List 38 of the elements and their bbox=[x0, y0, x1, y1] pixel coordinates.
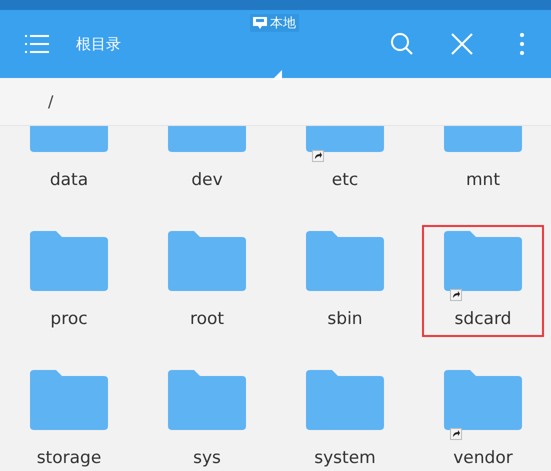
folder-name: sys bbox=[193, 448, 221, 468]
folder-item[interactable]: sdcard bbox=[422, 225, 544, 337]
folder-name: data bbox=[50, 170, 88, 190]
folder-title: 根目录 bbox=[76, 34, 122, 54]
folder-name: storage bbox=[36, 448, 102, 468]
more-icon bbox=[520, 33, 524, 55]
folder-name: sbin bbox=[327, 309, 363, 329]
folder-icon bbox=[168, 370, 246, 430]
folder-item[interactable]: sys bbox=[146, 364, 268, 471]
folder-icon bbox=[444, 370, 522, 430]
folder-icon bbox=[30, 231, 108, 291]
folder-name: sdcard bbox=[454, 309, 512, 329]
folder-name: dev bbox=[191, 170, 223, 190]
close-icon bbox=[451, 33, 473, 55]
folder-icon bbox=[168, 231, 246, 291]
folder-item[interactable]: vendor bbox=[422, 364, 544, 471]
menu-icon bbox=[25, 34, 49, 54]
folder-item[interactable]: data bbox=[8, 126, 130, 198]
folder-item[interactable]: storage bbox=[8, 364, 130, 471]
folder-name: etc bbox=[332, 170, 358, 190]
folder-name: proc bbox=[50, 309, 88, 329]
folder-icon bbox=[306, 231, 384, 291]
folder-name: vendor bbox=[453, 448, 513, 468]
folder-item[interactable]: etc bbox=[284, 126, 406, 198]
folder-item[interactable]: sbin bbox=[284, 225, 406, 337]
folder-name: system bbox=[314, 448, 376, 468]
folder-icon bbox=[306, 370, 384, 430]
folder-item[interactable]: dev bbox=[146, 126, 268, 198]
folder-item[interactable]: root bbox=[146, 225, 268, 337]
folder-item[interactable]: proc bbox=[8, 225, 130, 337]
folder-item[interactable]: system bbox=[284, 364, 406, 471]
folder-icon bbox=[444, 231, 522, 291]
search-icon bbox=[390, 32, 414, 56]
folder-item[interactable]: mnt bbox=[422, 126, 544, 198]
path-text: / bbox=[48, 92, 54, 111]
folder-icon bbox=[30, 370, 108, 430]
folder-name: root bbox=[190, 309, 224, 329]
folder-name: mnt bbox=[466, 170, 500, 190]
